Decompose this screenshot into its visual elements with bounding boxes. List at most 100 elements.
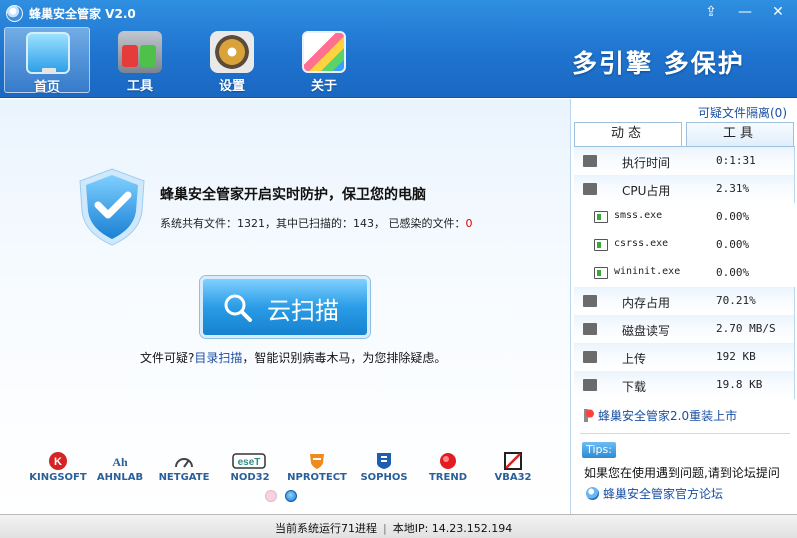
stat-label: 执行时间 (622, 156, 671, 170)
nav-settings[interactable]: 设置 (189, 27, 275, 94)
tips-badge: Tips: (582, 442, 616, 458)
nav-label: 设置 (218, 79, 245, 94)
clock-icon (583, 155, 597, 167)
forum-link[interactable]: 蜂巢安全管家官方论坛 (586, 485, 723, 502)
cloud-scan-button[interactable]: 云扫描 (200, 276, 370, 338)
main-panel: 蜂巢安全管家开启实时防护，保卫您的电脑 系统共有文件：1321，其中已扫描的：1… (0, 99, 571, 514)
stat-label: 下载 (622, 380, 647, 394)
toolbox-icon (118, 31, 162, 73)
vba32-logo-icon (504, 452, 522, 470)
directory-scan-link[interactable]: 目录扫描 (194, 351, 242, 365)
stat-value: 2.31% (716, 182, 750, 195)
infected-prefix: ， 已感染的文件： (374, 217, 466, 230)
slogan: 多引擎 多保护 (572, 49, 745, 78)
hint-suffix: ，智能识别病毒木马，为您排除疑虑。 (242, 351, 447, 365)
scanned-prefix: ，其中已扫描的： (265, 217, 353, 230)
svg-text:eseT: eseT (238, 457, 261, 468)
nav-tools[interactable]: 工具 (97, 27, 183, 94)
process-count: 当前系统运行71进程 (275, 522, 377, 535)
news-text: 蜂巢安全管家2.0重装上市 (598, 409, 738, 423)
stat-row: 磁盘读写 2.70 MB/S (574, 315, 795, 343)
stat-row: smss.exe 0.00% (574, 203, 795, 231)
stat-value: 70.21% (716, 294, 756, 307)
sophos-logo-icon (377, 453, 391, 469)
status-separator: | (383, 522, 387, 535)
nprotect-logo-icon (310, 454, 324, 469)
eset-logo-icon: eseT (232, 453, 266, 469)
speaker-icon (582, 409, 595, 422)
forum-text: 蜂巢安全管家官方论坛 (603, 487, 724, 501)
engine-name: TREND (428, 472, 468, 483)
protect-title: 蜂巢安全管家开启实时防护，保卫您的电脑 (160, 187, 426, 203)
scanned-files: 143 (353, 217, 374, 230)
nav-home[interactable]: 首页 (4, 27, 90, 95)
scan-button-label: 云扫描 (267, 297, 339, 325)
stat-value: 2.70 MB/S (716, 322, 776, 335)
carousel-dot-active[interactable] (285, 490, 297, 502)
side-tabs: 动态 工具 (574, 122, 795, 147)
kingsoft-logo-icon: K (49, 452, 67, 470)
forum-icon (586, 487, 599, 500)
gear-icon (210, 31, 254, 73)
engine-nprotect: NPROTECT (281, 451, 353, 491)
nav-label: 首页 (33, 80, 60, 95)
news-link[interactable]: 蜂巢安全管家2.0重装上市 (582, 407, 737, 424)
nav-label: 工具 (126, 79, 153, 94)
trend-logo-icon (440, 453, 456, 469)
stat-row: wininit.exe 0.00% (574, 259, 795, 287)
stat-value: 0:1:31 (716, 154, 756, 167)
nav-label: 关于 (310, 79, 337, 94)
divider (580, 433, 790, 434)
stat-row: 执行时间 0:1:31 (574, 147, 795, 175)
pin-icon[interactable]: ⇪ (700, 3, 722, 21)
engine-name: NETGATE (158, 472, 210, 483)
stats-list: 执行时间 0:1:31 CPU占用 2.31% smss.exe 0.00% csrss.e… (574, 146, 795, 401)
hint-prefix: 文件可疑? (140, 351, 195, 365)
stat-row: 内存占用 70.21% (574, 287, 795, 315)
engine-trend: TREND (412, 451, 484, 491)
tips-text: 如果您在使用遇到问题,请到论坛提问 (584, 466, 780, 480)
stat-row: CPU占用 2.31% (574, 175, 795, 203)
stat-value: 0.00% (716, 238, 750, 251)
engine-list: K KINGSOFT Ah AHNLAB NETGATE eseT NOD32 … (22, 451, 542, 491)
carousel-dot[interactable] (265, 490, 277, 502)
ahnlab-logo-icon: Ah (112, 455, 128, 469)
stat-value: 0.00% (716, 210, 750, 223)
quarantine-link[interactable]: 可疑文件隔离(0) (698, 104, 787, 121)
stat-row: csrss.exe 0.00% (574, 231, 795, 259)
search-icon (224, 294, 252, 322)
nav-about[interactable]: 关于 (281, 27, 367, 94)
engine-vba32: VBA32 (477, 451, 549, 491)
total-files: 1321 (237, 217, 265, 230)
infected-files: 0 (465, 217, 473, 230)
shield-icon (79, 168, 145, 246)
process-icon (594, 211, 608, 223)
about-icon (302, 31, 346, 73)
stat-label: smss.exe (614, 210, 663, 221)
stat-label: 上传 (622, 352, 647, 366)
app-logo-icon (6, 5, 23, 22)
tab-dynamic[interactable]: 动态 (574, 122, 682, 147)
tab-tools[interactable]: 工具 (686, 122, 794, 146)
engine-name: NPROTECT (287, 472, 347, 483)
scan-hint: 文件可疑?目录扫描，智能识别病毒木马，为您排除疑虑。 (140, 349, 446, 366)
stat-value: 192 KB (716, 350, 756, 363)
minimize-button[interactable]: — (734, 3, 756, 21)
stat-row: 上传 192 KB (574, 343, 795, 371)
stat-label: CPU占用 (622, 184, 671, 198)
title-bar: 蜂巢安全管家 V2.0 ⇪ — ✕ (0, 0, 797, 26)
stat-value: 19.8 KB (716, 378, 763, 391)
stat-label: 内存占用 (622, 296, 671, 310)
stat-label: csrss.exe (614, 238, 669, 249)
engine-name: NOD32 (230, 472, 270, 483)
status-bar: 当前系统运行71进程 | 本地IP: 14.23.152.194 (0, 514, 797, 538)
download-icon (583, 379, 597, 391)
svg-text:K: K (54, 456, 62, 468)
close-button[interactable]: ✕ (767, 3, 789, 21)
netgate-logo-icon (175, 458, 193, 468)
app-title: 蜂巢安全管家 V2.0 (29, 7, 136, 21)
local-ip: 本地IP: 14.23.152.194 (392, 522, 513, 535)
stats-prefix: 系统共有文件： (160, 217, 237, 230)
engine-nod32: eseT NOD32 (214, 451, 286, 491)
engine-ahnlab: Ah AHNLAB (84, 451, 156, 491)
